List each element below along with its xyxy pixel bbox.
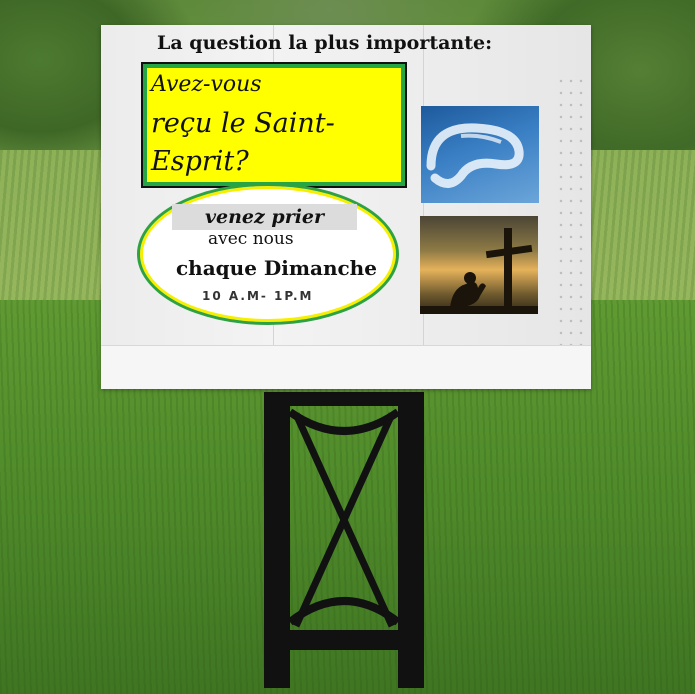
sign-bottom-band xyxy=(101,345,591,389)
cloud-shape xyxy=(426,123,524,188)
dot-pattern xyxy=(556,75,586,375)
sign-headline: La question la plus importante: xyxy=(157,32,493,54)
sign-fold xyxy=(423,25,424,388)
cross-silhouette xyxy=(420,228,538,314)
question-line-1: Avez-vous xyxy=(151,72,262,97)
invitation-line-2: avec nous xyxy=(208,229,294,249)
question-box: Avez-vous reçu le Saint- Esprit? xyxy=(141,62,407,188)
cross-prayer-photo xyxy=(420,216,538,314)
invitation-line-1: venez prier xyxy=(172,204,357,230)
invitation-line-3: chaque Dimanche xyxy=(176,256,377,280)
sign-stand xyxy=(264,392,424,688)
sky-cloud-photo xyxy=(421,106,539,203)
question-line-2: reçu le Saint- xyxy=(151,108,335,139)
question-line-3: Esprit? xyxy=(151,146,249,177)
service-hours: 10 A.M- 1P.M xyxy=(202,289,314,303)
invitation-oval: venez prier avec nous chaque Dimanche 10… xyxy=(137,183,399,325)
yard-sign-scene: La question la plus importante: Avez-vou… xyxy=(0,0,695,694)
